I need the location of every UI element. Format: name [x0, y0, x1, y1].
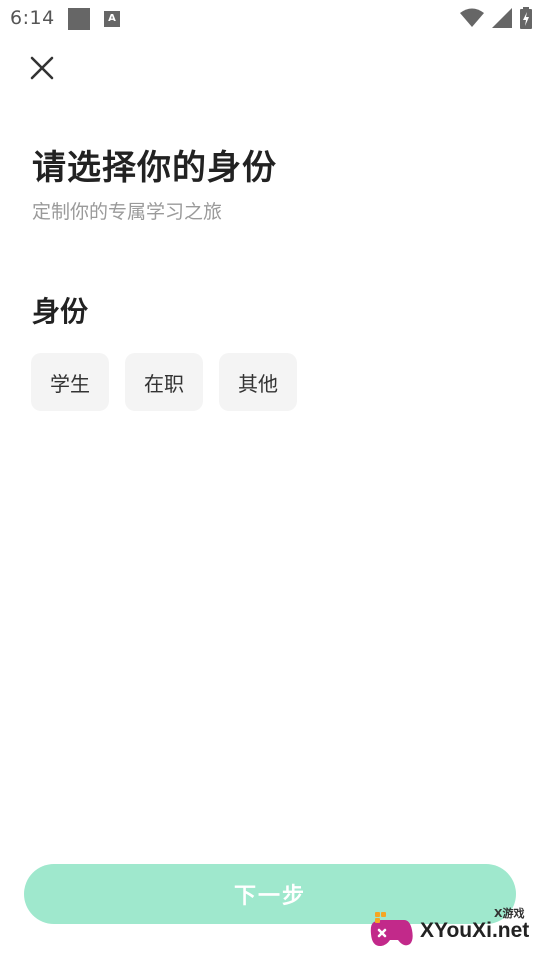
identity-option-other[interactable]: 其他 [219, 353, 297, 411]
identity-select-screen: 6:14 A 请选择你的身份 定制你的专属学习之旅 身份 学生 在职 其他 下一… [0, 0, 540, 960]
identity-section-title: 身份 [32, 295, 89, 328]
watermark: X游戏 XYouXi.net [362, 900, 540, 960]
identity-option-student[interactable]: 学生 [31, 353, 109, 411]
page-subtitle: 定制你的专属学习之旅 [32, 201, 223, 223]
close-button[interactable] [28, 54, 56, 82]
wifi-icon [460, 8, 484, 27]
status-icons [460, 6, 532, 30]
status-time: 6:14 [10, 7, 55, 29]
status-bar: 6:14 A [0, 0, 540, 36]
notification-square-icon [68, 8, 90, 30]
a-app-icon: A [104, 11, 120, 27]
identity-option-employed[interactable]: 在职 [125, 353, 203, 411]
battery-charging-icon [520, 7, 532, 29]
next-step-label: 下一步 [233, 884, 306, 909]
gamepad-logo-icon [370, 912, 413, 946]
identity-options: 学生 在职 其他 [31, 353, 297, 411]
identity-option-label: 在职 [144, 371, 184, 396]
signal-icon [492, 8, 512, 28]
close-icon [30, 56, 54, 80]
identity-option-label: 其他 [238, 371, 278, 396]
page-title: 请选择你的身份 [32, 148, 277, 188]
watermark-main-text: XYouXi.net [420, 919, 530, 942]
identity-option-label: 学生 [50, 371, 90, 396]
